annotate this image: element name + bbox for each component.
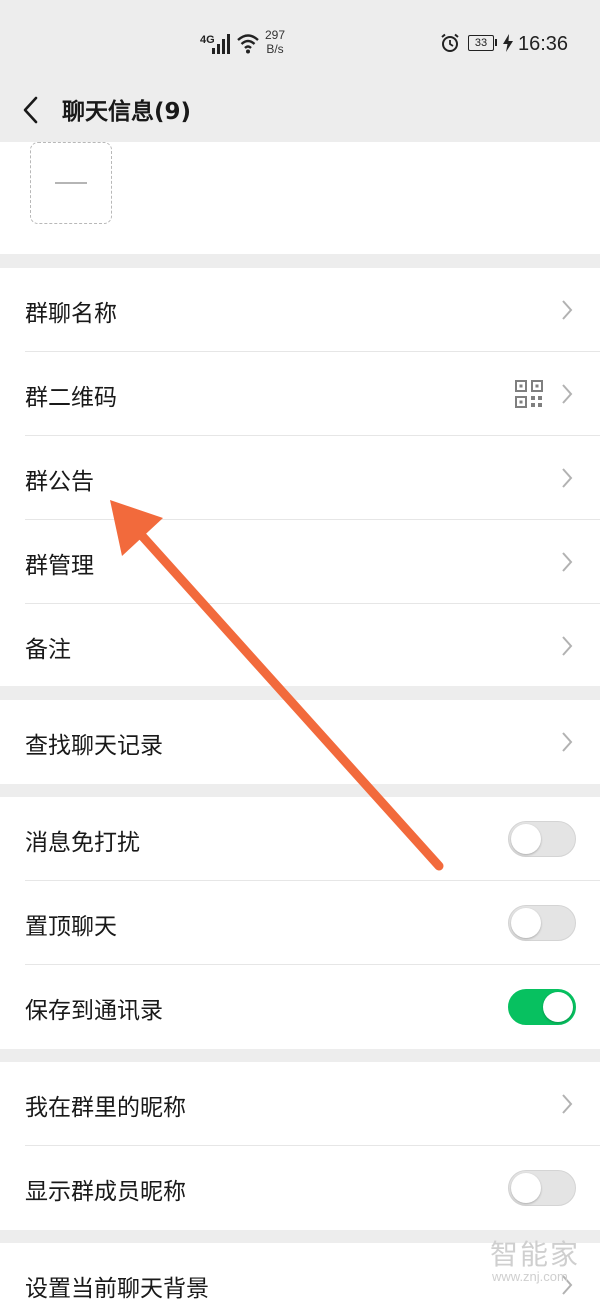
row-group-name[interactable]: 群聊名称 <box>0 268 600 352</box>
members-section <box>0 142 600 254</box>
page-title: 聊天信息(9) <box>62 99 192 125</box>
row-label: 显示群成员昵称 <box>25 1179 186 1205</box>
sticky-on-top-toggle[interactable] <box>508 905 576 941</box>
battery-icon: 33 <box>468 35 497 51</box>
net-speed-value: 297 <box>265 28 286 42</box>
navigation-bar: 聊天信息(9) <box>0 88 600 142</box>
row-label: 群管理 <box>25 553 94 579</box>
row-label: 我在群里的昵称 <box>25 1095 186 1121</box>
chevron-right-icon <box>562 1094 573 1114</box>
settings-group-1: 群聊名称 群二维码 群公告 群管理 备注 <box>0 268 600 686</box>
battery-tip <box>495 39 497 46</box>
remove-member-button[interactable] <box>30 142 112 224</box>
qr-code-icon <box>515 380 543 408</box>
row-label: 群二维码 <box>25 385 117 411</box>
back-chevron-icon[interactable] <box>20 94 42 126</box>
watermark-logo: 智能家 <box>490 1238 581 1271</box>
toggle-knob <box>511 1173 541 1203</box>
row-label: 群聊名称 <box>25 301 117 327</box>
toggle-knob <box>511 824 541 854</box>
toggle-knob <box>511 908 541 938</box>
chevron-right-icon <box>562 468 573 488</box>
chevron-right-icon <box>562 300 573 320</box>
watermark-url: www.znj.com <box>492 1269 568 1284</box>
show-member-nicknames-toggle[interactable] <box>508 1170 576 1206</box>
row-group-management[interactable]: 群管理 <box>0 520 600 604</box>
save-to-contacts-toggle[interactable] <box>508 989 576 1025</box>
net-speed-unit: B/s <box>266 42 284 56</box>
row-my-alias-in-group[interactable]: 我在群里的昵称 <box>0 1062 600 1146</box>
mute-notifications-toggle[interactable] <box>508 821 576 857</box>
minus-icon <box>55 182 87 184</box>
alarm-icon <box>441 33 459 52</box>
chevron-right-icon <box>562 732 573 752</box>
charging-icon <box>503 34 513 52</box>
clock: 16:36 <box>518 33 569 55</box>
row-label: 设置当前聊天背景 <box>25 1276 209 1300</box>
row-mute-notifications: 消息免打扰 <box>0 797 600 881</box>
settings-group-2: 查找聊天记录 <box>0 700 600 784</box>
toggle-knob <box>543 992 573 1022</box>
row-label: 置顶聊天 <box>25 914 117 940</box>
row-show-member-nicknames: 显示群成员昵称 <box>0 1146 600 1230</box>
chevron-right-icon <box>562 384 573 404</box>
settings-group-4: 我在群里的昵称 显示群成员昵称 <box>0 1062 600 1230</box>
settings-group-3: 消息免打扰 置顶聊天 保存到通讯录 <box>0 797 600 1049</box>
row-label: 保存到通讯录 <box>25 998 163 1024</box>
net-speed: 297 B/s <box>265 28 285 56</box>
row-search-chat-history[interactable]: 查找聊天记录 <box>0 700 600 784</box>
chevron-right-icon <box>562 552 573 572</box>
row-sticky-on-top: 置顶聊天 <box>0 881 600 965</box>
row-save-to-contacts: 保存到通讯录 <box>0 965 600 1049</box>
row-label: 群公告 <box>25 469 94 495</box>
battery-level: 33 <box>468 35 494 51</box>
row-group-announcement[interactable]: 群公告 <box>0 436 600 520</box>
row-label: 消息免打扰 <box>25 830 140 856</box>
wifi-icon <box>237 34 259 54</box>
signal-icon <box>212 34 230 54</box>
row-remark[interactable]: 备注 <box>0 604 600 688</box>
chevron-right-icon <box>562 636 573 656</box>
status-bar: 4G 297 B/s 33 16:36 <box>0 0 600 88</box>
row-label: 查找聊天记录 <box>25 733 163 759</box>
watermark: 智能家 www.znj.com <box>488 1233 596 1295</box>
row-label: 备注 <box>25 637 71 663</box>
row-group-qr-code[interactable]: 群二维码 <box>0 352 600 436</box>
